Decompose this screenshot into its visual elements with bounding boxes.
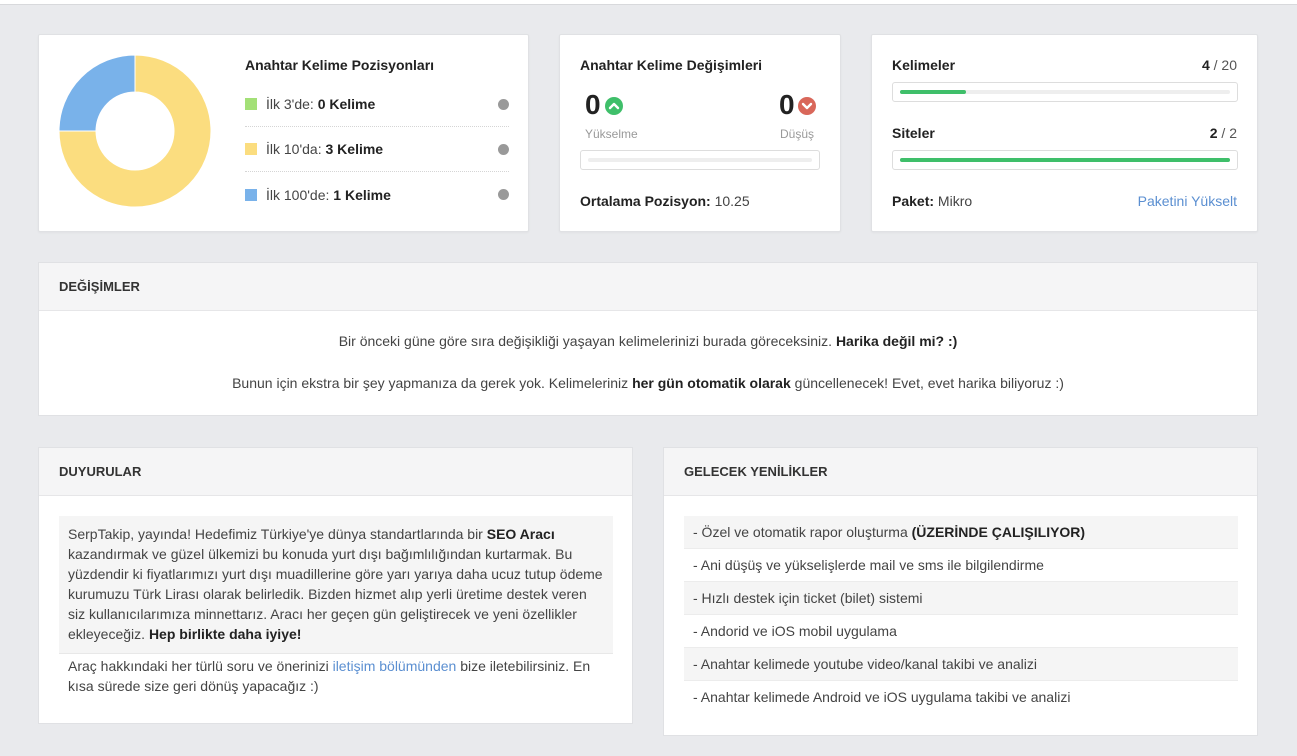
arrow-down-icon bbox=[798, 97, 816, 115]
position-row-top10: İlk 10'da: 3 Kelime bbox=[245, 127, 509, 172]
feature-text: - Ani düşüş ve yükselişlerde mail ve sms… bbox=[693, 557, 1044, 573]
position-row-top3: İlk 3'de: 0 Kelime bbox=[245, 82, 509, 127]
announcement-text: SerpTakip, yayında! Hedefimiz Türkiye'ye… bbox=[68, 526, 487, 542]
sites-usage: 2 / 2 bbox=[1210, 125, 1237, 141]
announcement-bold: Hep birlikte daha iyiye! bbox=[148, 626, 302, 642]
arrow-up-icon bbox=[605, 97, 623, 115]
changes-info-line-2: Bunun için ekstra bir şey yapmanıza da g… bbox=[39, 375, 1257, 391]
legend-swatch-top100 bbox=[245, 188, 257, 201]
contact-link[interactable]: iletişim bölümünden bbox=[333, 658, 457, 674]
info-bold: her gün otomatik olarak bbox=[632, 375, 791, 391]
changes-panel: DEĞİŞİMLER Bir önceki güne göre sıra değ… bbox=[38, 262, 1258, 416]
words-label: Kelimeler bbox=[892, 57, 956, 73]
average-position: Ortalama Pozisyon: 10.25 bbox=[580, 193, 750, 209]
usage-card: Kelimeler 4 / 20 Siteler 2 / 2 Paket: Mi… bbox=[871, 34, 1258, 232]
words-used: 4 bbox=[1201, 57, 1210, 73]
feature-text: - Anahtar kelimede youtube video/kanal t… bbox=[693, 656, 1037, 672]
rise-count: 0 bbox=[585, 89, 601, 120]
words-total: / 20 bbox=[1209, 57, 1237, 73]
upcoming-features-title: GELECEK YENİLİKLER bbox=[664, 448, 1257, 496]
announcement-bold: SEO Aracı bbox=[486, 526, 555, 542]
legend-swatch-top3 bbox=[245, 98, 257, 110]
status-dot-icon bbox=[498, 143, 509, 155]
status-dot-icon bbox=[498, 189, 509, 200]
position-row-top100: İlk 100'de: 1 Kelime bbox=[245, 172, 509, 217]
list-item: - Ani düşüş ve yükselişlerde mail ve sms… bbox=[684, 549, 1238, 582]
legend-swatch-top10 bbox=[245, 143, 257, 155]
upcoming-features-panel: GELECEK YENİLİKLER - Özel ve otomatik ra… bbox=[663, 447, 1258, 736]
position-label: İlk 3'de: bbox=[266, 96, 318, 112]
keyword-positions-card: Anahtar Kelime Pozisyonları İlk 3'de: 0 … bbox=[38, 34, 529, 232]
fall-count: 0 bbox=[779, 89, 795, 120]
changes-title: Anahtar Kelime Değişimleri bbox=[580, 57, 763, 73]
list-item: - Özel ve otomatik rapor oluşturma (ÜZER… bbox=[684, 516, 1238, 549]
keyword-changes-card: Anahtar Kelime Değişimleri 0 Yükselme 0 … bbox=[559, 34, 841, 232]
feature-text: - Andorid ve iOS mobil uygulama bbox=[693, 623, 897, 639]
average-position-label: Ortalama Pozisyon: bbox=[580, 193, 711, 209]
positions-list: İlk 3'de: 0 Kelime İlk 10'da: 3 Kelime İ… bbox=[245, 82, 509, 217]
package-info: Paket: Mikro bbox=[892, 193, 972, 209]
upcoming-features-list: - Özel ve otomatik rapor oluşturma (ÜZER… bbox=[684, 516, 1238, 714]
changes-info-line-1: Bir önceki güne göre sıra değişikliği ya… bbox=[39, 333, 1257, 349]
position-value: 0 Kelime bbox=[317, 96, 376, 112]
contact-text: Araç hakkındaki her türlü soru ve önerin… bbox=[68, 658, 333, 674]
words-progress-bar bbox=[892, 82, 1238, 102]
package-label: Paket: bbox=[892, 193, 935, 209]
feature-text: - Hızlı destek için ticket (bilet) siste… bbox=[693, 590, 923, 606]
position-label: İlk 10'da: bbox=[266, 141, 326, 157]
position-value: 3 Kelime bbox=[325, 141, 384, 157]
feature-text: - Anahtar kelimede Android ve iOS uygula… bbox=[693, 689, 1071, 705]
info-text: Bir önceki güne göre sıra değişikliği ya… bbox=[338, 333, 836, 349]
list-item: - Hızlı destek için ticket (bilet) siste… bbox=[684, 582, 1238, 615]
list-item: - Anahtar kelimede Android ve iOS uygula… bbox=[684, 681, 1238, 714]
changes-panel-title: DEĞİŞİMLER bbox=[39, 263, 1257, 311]
sites-progress-fill bbox=[900, 158, 1230, 162]
announcements-panel: DUYURULAR SerpTakip, yayında! Hedefimiz … bbox=[38, 447, 633, 724]
positions-title: Anahtar Kelime Pozisyonları bbox=[245, 57, 435, 73]
positions-donut-chart bbox=[59, 55, 211, 207]
feature-text: - Özel ve otomatik rapor oluşturma bbox=[693, 524, 912, 540]
rise-label: Yükselme bbox=[585, 127, 638, 141]
fall-label: Düşüş bbox=[779, 127, 814, 141]
position-label: İlk 100'de: bbox=[266, 186, 334, 203]
position-value: 1 Kelime bbox=[333, 186, 391, 203]
list-item: - Anahtar kelimede youtube video/kanal t… bbox=[684, 648, 1238, 681]
changes-progress-bar bbox=[580, 150, 820, 170]
status-dot-icon bbox=[498, 98, 509, 110]
sites-total: / 2 bbox=[1217, 125, 1237, 141]
info-text: Bunun için ekstra bir şey yapmanıza da g… bbox=[232, 375, 633, 391]
words-progress-fill bbox=[900, 90, 966, 94]
sites-progress-bar bbox=[892, 150, 1238, 170]
package-value: Mikro bbox=[937, 193, 973, 209]
announcements-panel-title: DUYURULAR bbox=[39, 448, 632, 496]
feature-status: (ÜZERİNDE ÇALIŞILIYOR) bbox=[911, 524, 1086, 540]
info-bold: Harika değil mi? :) bbox=[835, 333, 958, 349]
average-position-value: 10.25 bbox=[714, 193, 750, 209]
upgrade-package-link[interactable]: Paketini Yükselt bbox=[1138, 193, 1237, 209]
announcement-main: SerpTakip, yayında! Hedefimiz Türkiye'ye… bbox=[59, 516, 613, 654]
donut-slice bbox=[59, 55, 136, 132]
info-text-end: güncellenecek! Evet, evet harika biliyor… bbox=[790, 375, 1064, 391]
list-item: - Andorid ve iOS mobil uygulama bbox=[684, 615, 1238, 648]
top-bar bbox=[0, 0, 1297, 5]
sites-used: 2 bbox=[1209, 125, 1218, 141]
sites-label: Siteler bbox=[892, 125, 935, 141]
words-usage: 4 / 20 bbox=[1202, 57, 1237, 73]
announcement-contact: Araç hakkındaki her türlü soru ve önerin… bbox=[68, 656, 618, 696]
